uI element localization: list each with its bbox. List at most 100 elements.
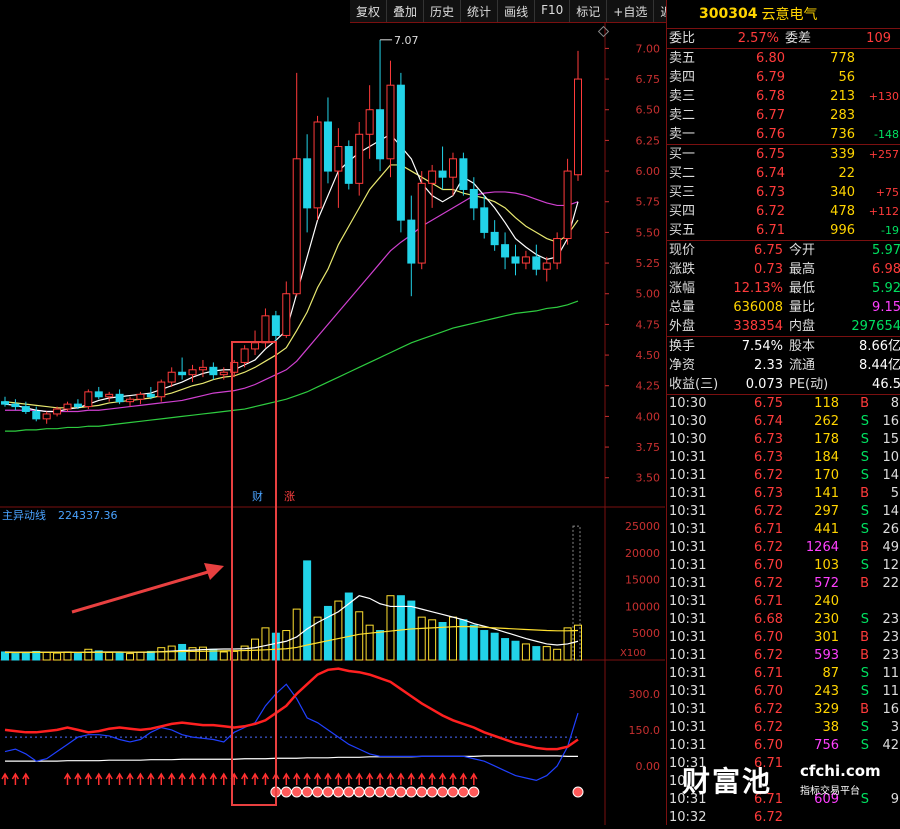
- tick-direction: S: [860, 414, 869, 429]
- tick-count: 11: [882, 666, 899, 681]
- quote-stats: 现价 6.75 今开 5.97 涨跌 0.73 最高 6.98 涨幅 12.13% 最低 5.92 总量…: [667, 241, 900, 337]
- fund-value-right: 8.66亿: [859, 339, 900, 354]
- buy-signal-arrow: [418, 772, 426, 785]
- quote-label-right: 今开: [789, 243, 816, 258]
- highlight-box: [231, 341, 277, 806]
- tick-time: 10:31: [669, 450, 707, 465]
- price-axis-tick-label: 3.50: [636, 472, 661, 485]
- tick-price: 6.73: [754, 432, 783, 447]
- tick-price: 6.72: [754, 540, 783, 555]
- volume-bar: [21, 652, 30, 661]
- fund-label-left: 换手: [669, 339, 696, 354]
- signal-ball-icon: [468, 786, 480, 798]
- candle-body: [542, 262, 551, 270]
- tick-time: 10:31: [669, 486, 707, 501]
- candle-body: [365, 109, 374, 135]
- bid-row: 买二 6.74 22: [667, 164, 900, 183]
- tick-volume: 103: [814, 558, 839, 573]
- quote-value-right: 5.92: [872, 281, 900, 296]
- toolbar-mark-button[interactable]: 标记: [570, 0, 608, 22]
- tick-row: 10:30 6.75 118 B 8: [667, 395, 900, 413]
- tick-count: 16: [882, 414, 899, 429]
- volume-bar: [521, 643, 530, 661]
- tick-price: 6.70: [754, 738, 783, 753]
- tick-volume: 38: [822, 720, 839, 735]
- quote-label-left: 涨幅: [669, 281, 696, 296]
- volume-bar: [532, 646, 541, 661]
- signal-ball-icon: [301, 786, 313, 798]
- volume-bar: [11, 653, 20, 661]
- quote-value-right: 9.15: [872, 300, 900, 315]
- tick-direction: S: [860, 558, 869, 573]
- kline-chart-area[interactable]: 7.00 6.75 6.50 6.25 6.00 5.75 5.50 5.25 5.00 4.75…: [0, 0, 665, 825]
- chart-svg[interactable]: 7.00 6.75 6.50 6.25 6.00 5.75 5.50 5.25 5.00 4.75…: [0, 0, 665, 825]
- toolbar-add-watchlist-button[interactable]: +自选: [607, 0, 655, 22]
- price-axis-tick-label: 3.75: [636, 441, 661, 454]
- candle-body: [21, 406, 30, 412]
- toolbar-draw-button[interactable]: 画线: [498, 0, 536, 22]
- candle-body: [501, 244, 510, 258]
- quote-value-left: 6.75: [754, 243, 783, 258]
- signal-ball-icon: [572, 786, 584, 798]
- tick-row: 10:31 6.71 441 S 26: [667, 521, 900, 539]
- candle-body: [574, 78, 582, 176]
- bid-book: 买一 6.75 339 +257 买二 6.74 22 买三 6.73 340 +75 买四 6.72 4…: [667, 145, 900, 241]
- toolbar-f10-button[interactable]: F10: [535, 0, 571, 22]
- tick-volume: 118: [814, 396, 839, 411]
- volume-bar: [490, 632, 499, 661]
- order-diff-label: 委差: [785, 31, 812, 46]
- fund-row: 换手 7.54% 股本 8.66亿: [667, 337, 900, 356]
- candle-body: [355, 133, 364, 184]
- tick-row: 10:31 6.72 572 B 22: [667, 575, 900, 593]
- volume-bar: [553, 648, 562, 661]
- candle-body: [282, 293, 291, 336]
- price-axis-tick-label: 5.00: [636, 288, 661, 301]
- ask-price: 6.78: [756, 89, 785, 104]
- toolbar-restore-rights-button[interactable]: 复权: [350, 0, 388, 22]
- quote-label-left: 现价: [669, 243, 696, 258]
- ask-change: +130: [868, 90, 899, 103]
- quote-row: 现价 6.75 今开 5.97: [667, 241, 900, 260]
- buy-signal-arrow: [438, 772, 447, 785]
- bid-change: +75: [875, 186, 899, 199]
- tick-row: 10:31 6.72 1264 B 49: [667, 539, 900, 557]
- tick-volume: 230: [814, 612, 839, 627]
- tick-direction: B: [860, 702, 869, 717]
- tick-row: 10:31 6.71 240: [667, 593, 900, 611]
- volume-bar: [53, 652, 62, 661]
- ask-change: [855, 106, 900, 125]
- tick-price: 6.70: [754, 558, 783, 573]
- tick-row: 10:31 6.70 103 S 12: [667, 557, 900, 575]
- volume-bar: [438, 622, 447, 661]
- quote-label-right: 最高: [789, 262, 816, 277]
- quote-label-right: 量比: [789, 300, 816, 315]
- candle-body: [313, 121, 322, 209]
- tick-price: 6.71: [754, 594, 783, 609]
- tick-price: 6.73: [754, 450, 783, 465]
- order-diff-value: 109: [866, 31, 891, 46]
- buy-signal-arrow: [84, 772, 92, 785]
- candle-body: [511, 256, 520, 264]
- volume-unit-label: X100: [620, 648, 646, 659]
- tick-time: 10:30: [669, 432, 707, 447]
- volume-bar: [126, 653, 135, 661]
- toolbar-overlay-button[interactable]: 叠加: [387, 0, 425, 22]
- volume-bar: [63, 651, 72, 661]
- signal-ball-icon: [312, 786, 324, 798]
- buy-signal-arrow: [168, 772, 176, 785]
- tick-count: 14: [882, 504, 899, 519]
- toolbar-stats-button[interactable]: 统计: [461, 0, 499, 22]
- tick-time: 10:31: [669, 594, 707, 609]
- tick-time: 10:31: [669, 702, 707, 717]
- toolbar-history-button[interactable]: 历史: [424, 0, 462, 22]
- bid-change: -19: [881, 224, 899, 237]
- tick-row: 10:31 6.72 38 S 3: [667, 719, 900, 737]
- quote-value-right: 5.97: [872, 243, 900, 258]
- volume-bar: [136, 651, 145, 661]
- tick-volume: 1264: [805, 540, 839, 555]
- buy-signal-arrow: [11, 772, 20, 785]
- quote-row: 总量 636008 量比 9.15: [667, 298, 900, 317]
- volume-bar: [448, 616, 457, 661]
- ask-row: 卖四 6.79 56: [667, 68, 900, 87]
- ma10-line: [4, 164, 579, 409]
